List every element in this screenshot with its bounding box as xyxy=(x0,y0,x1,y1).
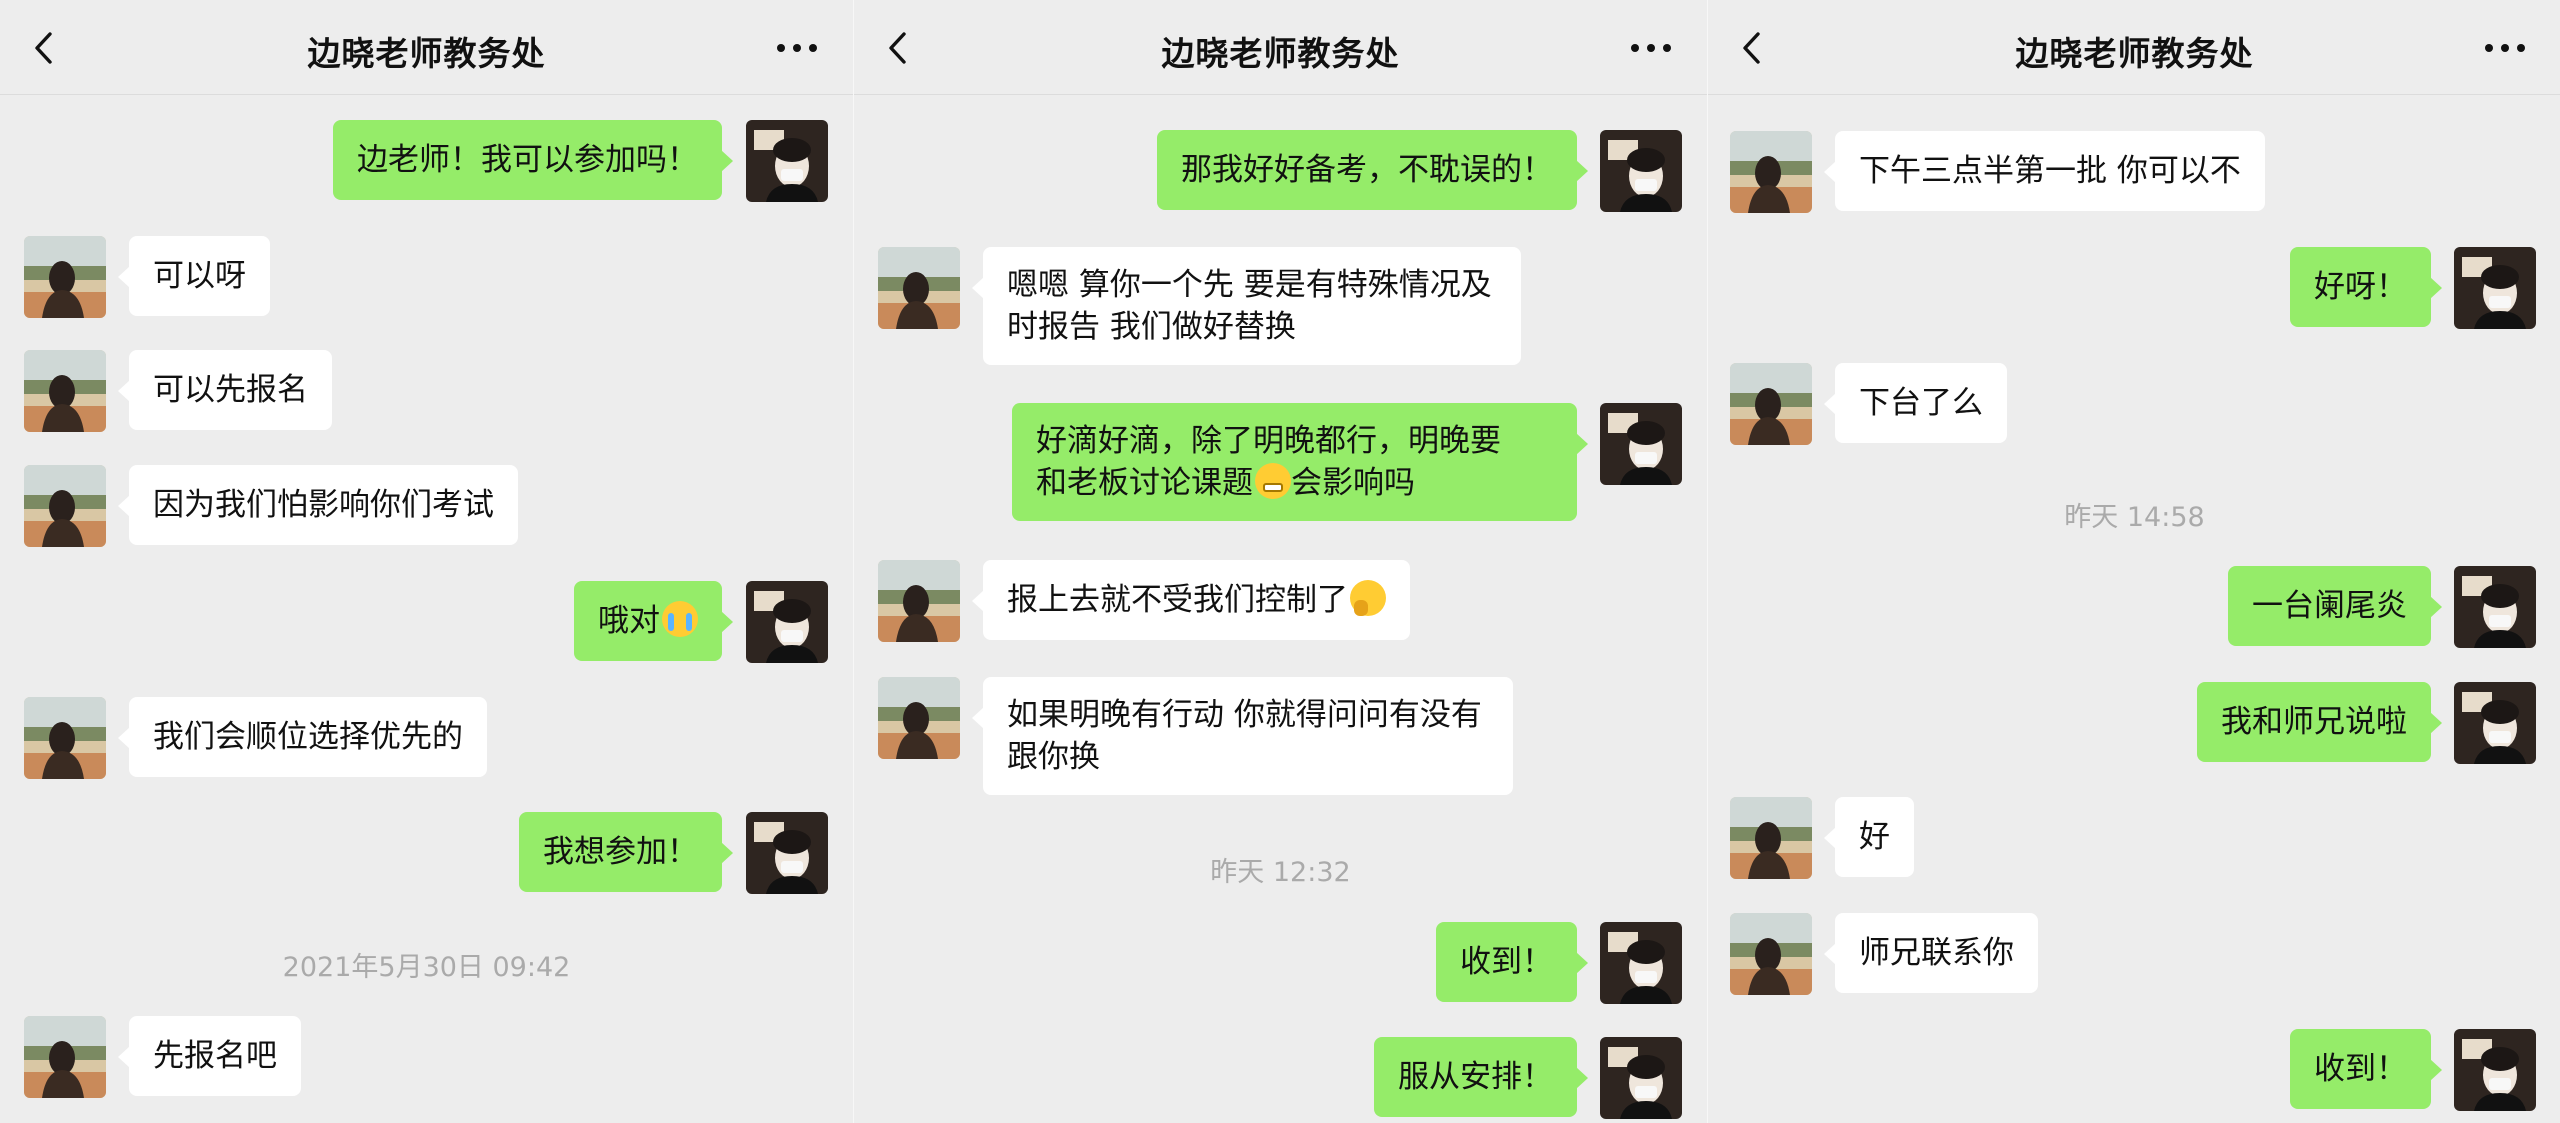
message-line: 嗯嗯 算你一个先 要是有特殊情况及 xyxy=(1007,267,1492,303)
outgoing-message[interactable]: 收到！ xyxy=(2290,1029,2442,1109)
crying-face-emoji xyxy=(662,601,698,637)
my-avatar[interactable] xyxy=(2454,682,2536,764)
more-dots-icon[interactable] xyxy=(2480,33,2530,63)
teacher-avatar[interactable] xyxy=(24,1016,106,1098)
chat-title: 边晓老师教务处 xyxy=(1161,34,1400,73)
outgoing-message[interactable]: 那我好好备考，不耽误的！ xyxy=(1157,130,1588,210)
incoming-message[interactable]: 下台了么 xyxy=(1824,363,2007,443)
teacher-avatar[interactable] xyxy=(1730,131,1812,213)
incoming-message[interactable]: 好 xyxy=(1824,797,1914,877)
message-line: 跟你换 xyxy=(1007,739,1100,775)
more-dots-icon[interactable] xyxy=(772,33,822,63)
chat-header: 边晓老师教务处 xyxy=(854,0,1707,95)
teacher-avatar[interactable] xyxy=(24,465,106,547)
timestamp: 昨天 14:58 xyxy=(2064,502,2205,533)
incoming-message[interactable]: 先报名吧 xyxy=(118,1016,301,1096)
incoming-message[interactable]: 可以呀 xyxy=(118,236,270,316)
message-line: 和老板讨论课题 会影响吗 xyxy=(1036,463,1415,501)
message-line: 如果明晚有行动 你就得问问有没有 xyxy=(1007,697,1482,733)
outgoing-message[interactable]: 一台阑尾炎 xyxy=(2228,566,2442,646)
my-avatar[interactable] xyxy=(1600,130,1682,212)
outgoing-message[interactable]: 我想参加！ xyxy=(519,812,733,892)
incoming-message[interactable]: 可以先报名 xyxy=(118,350,332,430)
grimacing-face-emoji xyxy=(1255,463,1291,499)
outgoing-message[interactable]: 哦对 xyxy=(574,581,733,661)
my-avatar[interactable] xyxy=(2454,1029,2536,1111)
chat-title: 边晓老师教务处 xyxy=(2015,34,2254,73)
incoming-message[interactable]: 因为我们怕影响你们考试 xyxy=(118,465,518,545)
chat-header: 边晓老师教务处 xyxy=(1708,0,2560,95)
my-avatar[interactable] xyxy=(746,812,828,894)
teacher-avatar[interactable] xyxy=(24,697,106,779)
outgoing-message[interactable]: 好呀！ xyxy=(2290,247,2442,327)
header-divider xyxy=(854,94,1707,95)
timestamp: 昨天 12:32 xyxy=(1210,857,1351,888)
my-avatar[interactable] xyxy=(746,581,828,663)
incoming-message[interactable]: 师兄联系你 xyxy=(1824,913,2038,993)
header-divider xyxy=(1708,94,2560,95)
incoming-message[interactable]: 下午三点半第一批 你可以不 xyxy=(1824,131,2265,211)
thinking-face-emoji xyxy=(1350,580,1386,616)
message-line: 好滴好滴，除了明晚都行，明晚要 xyxy=(1036,423,1501,459)
outgoing-message[interactable]: 收到！ xyxy=(1436,922,1588,1002)
incoming-message[interactable]: 我们会顺位选择优先的 xyxy=(118,697,487,777)
outgoing-message[interactable]: 服从安排！ xyxy=(1374,1037,1588,1117)
incoming-message[interactable]: 嗯嗯 算你一个先 要是有特殊情况及 时报告 我们做好替换 xyxy=(972,247,1521,365)
my-avatar[interactable] xyxy=(1600,922,1682,1004)
teacher-avatar[interactable] xyxy=(878,247,960,329)
outgoing-message[interactable]: 边老师！我可以参加吗！ xyxy=(333,120,733,200)
outgoing-message[interactable]: 我和师兄说啦 xyxy=(2197,682,2442,762)
my-avatar[interactable] xyxy=(1600,1037,1682,1119)
my-avatar[interactable] xyxy=(746,120,828,202)
more-dots-icon[interactable] xyxy=(1626,33,1676,63)
chat-header: 边晓老师教务处 xyxy=(0,0,853,95)
incoming-message[interactable]: 报上去就不受我们控制了 xyxy=(972,560,1410,640)
chat-panel-3: 边晓老师教务处 下午三点半第一批 你可以不 好呀！ 下台了么 昨天 14:58 … xyxy=(1708,0,2560,1123)
teacher-avatar[interactable] xyxy=(878,677,960,759)
my-avatar[interactable] xyxy=(2454,247,2536,329)
teacher-avatar[interactable] xyxy=(24,350,106,432)
chat-panel-2: 边晓老师教务处 那我好好备考，不耽误的！ 嗯嗯 算你一个先 要是有特殊情况及 时… xyxy=(854,0,1707,1123)
my-avatar[interactable] xyxy=(1600,403,1682,485)
teacher-avatar[interactable] xyxy=(24,236,106,318)
teacher-avatar[interactable] xyxy=(1730,913,1812,995)
chat-panel-1: 边晓老师教务处 边老师！我可以参加吗！ 可以呀 可以先报名 因为我们怕影响你们考… xyxy=(0,0,853,1123)
timestamp: 2021年5月30日 09:42 xyxy=(282,952,571,983)
my-avatar[interactable] xyxy=(2454,566,2536,648)
teacher-avatar[interactable] xyxy=(1730,363,1812,445)
teacher-avatar[interactable] xyxy=(878,560,960,642)
chat-title: 边晓老师教务处 xyxy=(307,34,546,73)
header-divider xyxy=(0,94,853,95)
message-line: 时报告 我们做好替换 xyxy=(1007,309,1296,345)
teacher-avatar[interactable] xyxy=(1730,797,1812,879)
outgoing-message[interactable]: 好滴好滴，除了明晚都行，明晚要 和老板讨论课题 会影响吗 xyxy=(1012,403,1588,521)
incoming-message[interactable]: 如果明晚有行动 你就得问问有没有 跟你换 xyxy=(972,677,1513,795)
